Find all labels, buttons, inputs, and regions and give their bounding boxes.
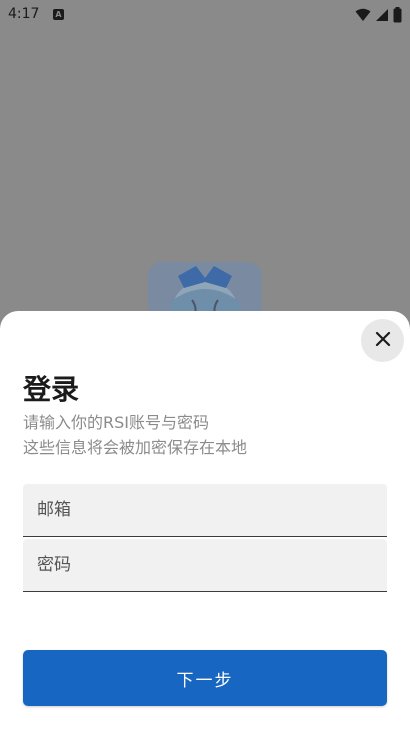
login-subtitle-line1: 请输入你的RSI账号与密码 [23,413,209,432]
wifi-icon [355,8,371,22]
close-icon [375,331,391,351]
login-sheet: 登录 请输入你的RSI账号与密码 这些信息将会被加密保存在本地 下一步 [0,311,410,730]
status-icons [355,6,402,24]
status-bar: 4:17 A [0,0,410,30]
app-notification-icon: A [53,9,64,20]
close-button[interactable] [361,319,404,362]
battery-icon [393,7,402,23]
signal-icon [375,8,389,22]
email-input[interactable] [23,484,387,536]
login-subtitle-line2: 这些信息将会被加密保存在本地 [23,438,248,457]
login-title: 登录 [23,373,80,406]
password-field[interactable] [23,539,387,592]
email-field[interactable] [23,484,387,537]
next-button[interactable]: 下一步 [23,650,387,706]
password-input[interactable] [23,539,387,591]
status-time: 4:17 [8,6,40,22]
